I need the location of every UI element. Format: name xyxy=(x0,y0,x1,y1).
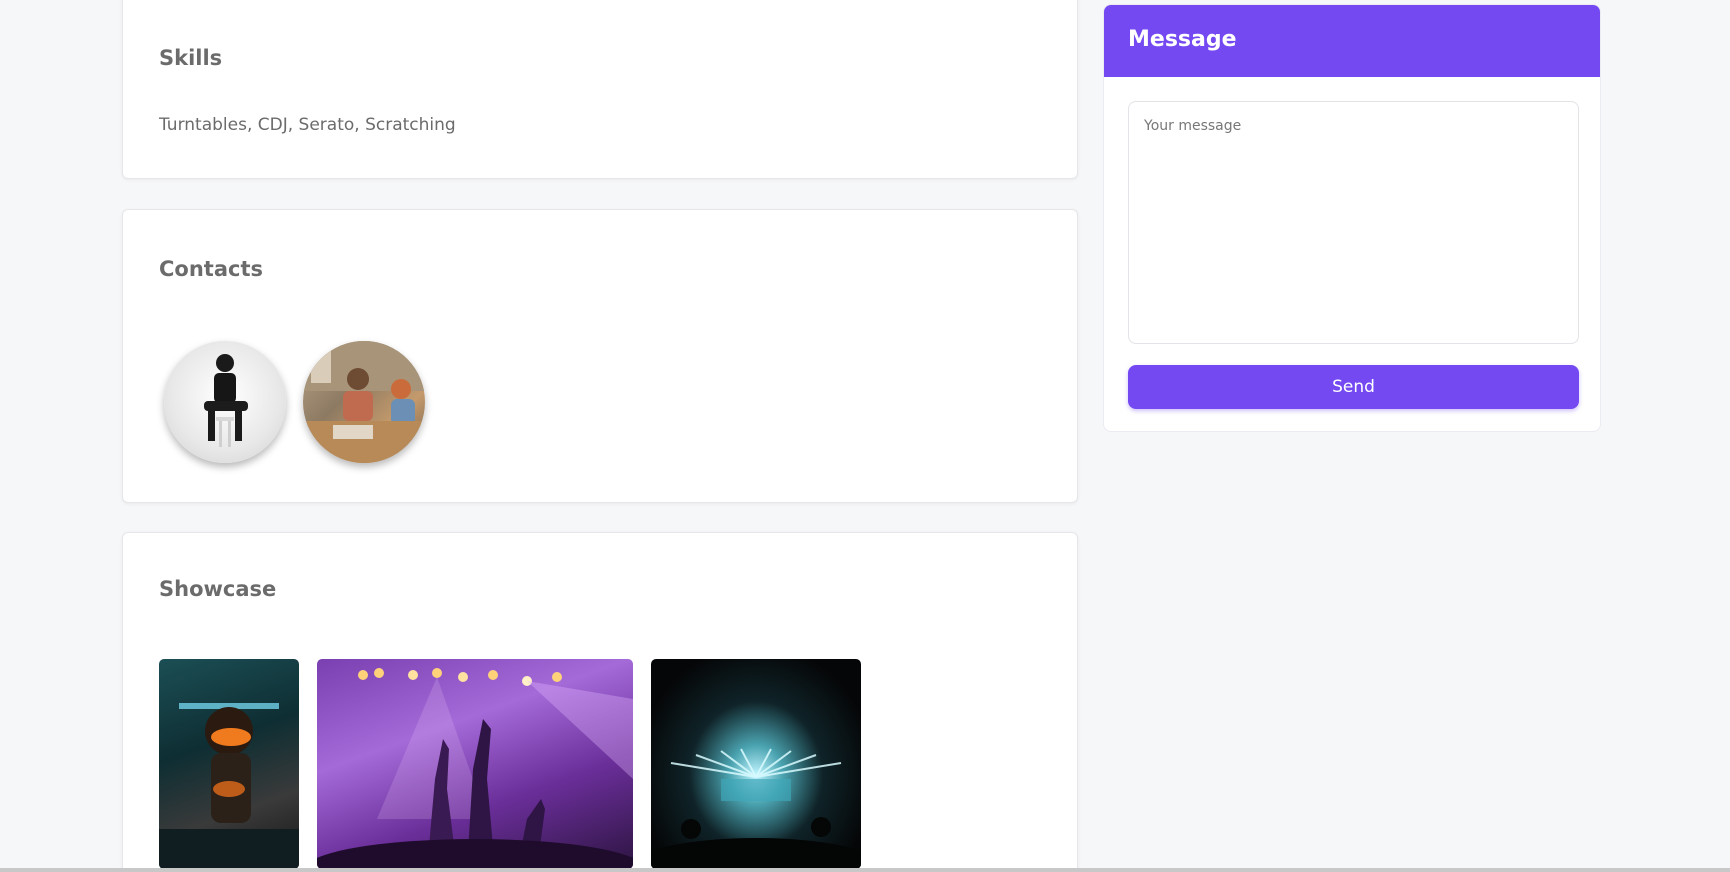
contacts-title: Contacts xyxy=(159,257,263,281)
send-button[interactable]: Send xyxy=(1128,365,1579,409)
showcase-title: Showcase xyxy=(159,577,277,601)
skills-card: Skills Turntables, CDJ, Serato, Scratchi… xyxy=(122,0,1078,179)
showcase-card: Showcase xyxy=(122,532,1078,872)
showcase-photo[interactable] xyxy=(317,659,633,869)
concert-crowd-photo xyxy=(317,668,633,869)
skills-text: Turntables, CDJ, Serato, Scratching xyxy=(159,115,456,135)
showcase-photo[interactable] xyxy=(651,659,861,869)
skills-title: Skills xyxy=(159,46,223,70)
contact-avatar[interactable] xyxy=(164,341,286,463)
message-input[interactable] xyxy=(1128,101,1579,344)
person-photo xyxy=(204,354,248,447)
message-panel: Message Send xyxy=(1103,4,1601,432)
contact-avatar[interactable] xyxy=(303,341,425,463)
stage-lights-photo xyxy=(651,748,861,869)
horizontal-scrollbar[interactable] xyxy=(0,868,1730,872)
mascot-photo xyxy=(159,703,299,869)
contacts-card: Contacts xyxy=(122,209,1078,503)
showcase-photo[interactable] xyxy=(159,659,299,869)
message-title: Message xyxy=(1104,5,1600,77)
people-photo xyxy=(303,341,425,463)
